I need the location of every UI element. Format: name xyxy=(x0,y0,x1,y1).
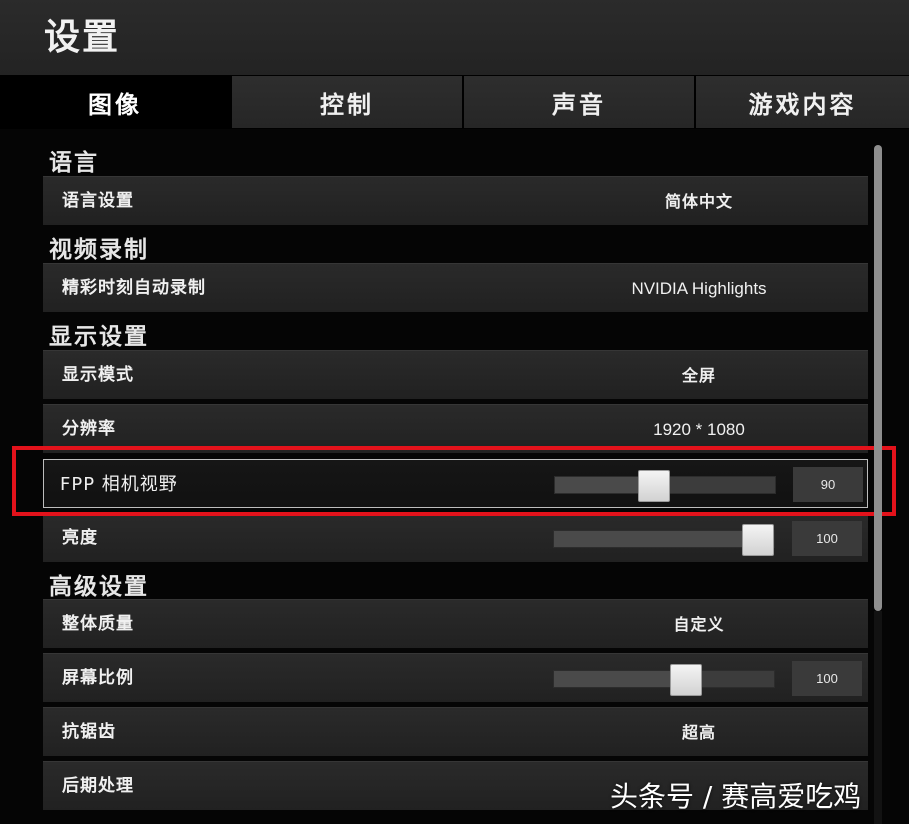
setting-row-brightness[interactable]: 亮度 100 xyxy=(43,513,868,562)
setting-value: 全屏 xyxy=(681,366,716,385)
setting-row-auto-highlights[interactable]: 精彩时刻自动录制 NVIDIA Highlights xyxy=(43,263,868,312)
slider-thumb[interactable] xyxy=(638,470,670,502)
top-bar: 设置 xyxy=(0,0,909,75)
setting-label: 精彩时刻自动录制 xyxy=(62,278,206,298)
page-title: 设置 xyxy=(44,17,121,58)
setting-value: 1920 * 1080 xyxy=(653,420,745,439)
fpp-fov-slider[interactable] xyxy=(554,470,776,502)
setting-label: 屏幕比例 xyxy=(62,668,134,688)
setting-row-screen-scale[interactable]: 屏幕比例 100 xyxy=(43,653,868,702)
section-title-language: 语言 xyxy=(49,150,99,176)
setting-row-fpp-fov[interactable]: FPP 相机视野 90 xyxy=(43,459,868,508)
slider-value-box[interactable]: 100 xyxy=(792,521,862,556)
setting-value: NVIDIA Highlights xyxy=(631,279,767,298)
section-title-advanced: 高级设置 xyxy=(49,574,149,600)
watermark-text: 头条号 / 赛高爱吃鸡 xyxy=(610,780,862,813)
slider-fill xyxy=(554,531,758,547)
setting-value: 超高 xyxy=(681,723,716,742)
settings-list: 语言 语言设置 简体中文 视频录制 精彩时刻自动录制 NVIDIA Highli… xyxy=(0,129,909,824)
tab-controls[interactable]: 控制 xyxy=(232,76,462,128)
slider-value-box[interactable]: 90 xyxy=(793,467,863,502)
setting-label: 亮度 xyxy=(62,528,98,548)
tab-audio[interactable]: 声音 xyxy=(464,76,694,128)
section-title-video-recording: 视频录制 xyxy=(49,237,149,263)
setting-label: 显示模式 xyxy=(62,365,134,385)
setting-label: 抗锯齿 xyxy=(62,722,116,742)
settings-screen: 设置 图像 控制 声音 游戏内容 语言 语言设置 简体中文 视频录制 精彩时刻自… xyxy=(0,0,909,824)
setting-label: 整体质量 xyxy=(62,614,134,634)
setting-label: FPP 相机视野 xyxy=(60,474,178,495)
setting-row-language[interactable]: 语言设置 简体中文 xyxy=(43,176,868,225)
setting-row-overall-quality[interactable]: 整体质量 自定义 xyxy=(43,599,868,648)
scrollbar-thumb[interactable] xyxy=(874,145,882,611)
setting-row-display-mode[interactable]: 显示模式 全屏 xyxy=(43,350,868,399)
setting-label: 后期处理 xyxy=(62,776,134,796)
tab-bar: 图像 控制 声音 游戏内容 xyxy=(0,75,909,129)
setting-row-resolution[interactable]: 分辨率 1920 * 1080 xyxy=(43,404,868,453)
tab-gameplay[interactable]: 游戏内容 xyxy=(696,76,909,128)
slider-thumb[interactable] xyxy=(742,524,774,556)
setting-label: 语言设置 xyxy=(62,191,134,211)
setting-value: 自定义 xyxy=(673,615,725,634)
setting-value: 简体中文 xyxy=(664,192,733,211)
brightness-slider[interactable] xyxy=(553,524,775,556)
tab-graphics[interactable]: 图像 xyxy=(0,76,230,128)
setting-label: 分辨率 xyxy=(62,419,116,439)
slider-value-box[interactable]: 100 xyxy=(792,661,862,696)
setting-row-anti-aliasing[interactable]: 抗锯齿 超高 xyxy=(43,707,868,756)
slider-fill xyxy=(554,671,686,687)
screen-scale-slider[interactable] xyxy=(553,664,775,696)
section-title-display: 显示设置 xyxy=(49,324,149,350)
slider-thumb[interactable] xyxy=(670,664,702,696)
